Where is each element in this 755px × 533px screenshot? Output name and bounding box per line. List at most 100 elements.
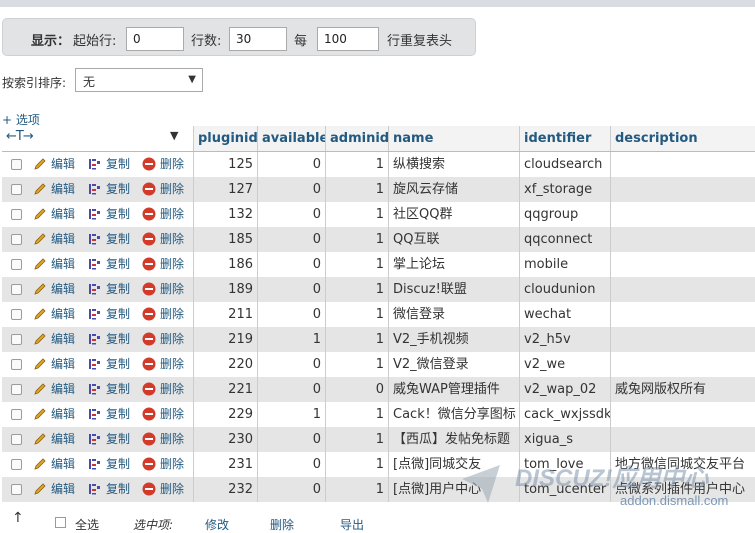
copy-button[interactable]: 复制	[88, 252, 130, 277]
bulk-delete-button[interactable]: 删除	[270, 516, 294, 533]
cell-adminid: 1	[325, 227, 388, 252]
table-row[interactable]: 编辑 复制 删除 185 0 1 QQ互联 qqconnect	[2, 227, 755, 252]
table-row[interactable]: 编辑 复制 删除 219 1 1 V2_手机视频 v2_h5v	[2, 327, 755, 352]
copy-button[interactable]: 复制	[88, 352, 130, 377]
edit-button[interactable]: 编辑	[33, 402, 75, 427]
delete-button[interactable]: 删除	[142, 327, 184, 352]
row-checkbox[interactable]	[11, 209, 22, 220]
edit-button[interactable]: 编辑	[33, 452, 75, 477]
edit-button[interactable]: 编辑	[33, 227, 75, 252]
row-checkbox[interactable]	[11, 259, 22, 270]
row-checkbox[interactable]	[11, 159, 22, 170]
copy-button[interactable]: 复制	[88, 277, 130, 302]
row-checkbox[interactable]	[11, 434, 22, 445]
row-checkbox[interactable]	[11, 459, 22, 470]
bulk-export-button[interactable]: 导出	[340, 516, 364, 533]
copy-button[interactable]: 复制	[88, 302, 130, 327]
delete-button[interactable]: 删除	[142, 477, 184, 502]
table-row[interactable]: 编辑 复制 删除 229 1 1 Cack！微信分享图标 cack_wxjssdk	[2, 402, 755, 427]
edit-button[interactable]: 编辑	[33, 377, 75, 402]
copy-button[interactable]: 复制	[88, 427, 130, 452]
delete-button[interactable]: 删除	[142, 427, 184, 452]
row-checkbox[interactable]	[11, 359, 22, 370]
copy-button[interactable]: 复制	[88, 377, 130, 402]
row-checkbox[interactable]	[11, 309, 22, 320]
edit-button[interactable]: 编辑	[33, 427, 75, 452]
delete-button[interactable]: 删除	[142, 302, 184, 327]
check-all-label[interactable]: 全选	[75, 516, 99, 533]
copy-button[interactable]: 复制	[88, 452, 130, 477]
table-row[interactable]: 编辑 复制 删除 132 0 1 社区QQ群 qqgroup	[2, 202, 755, 227]
rows-input[interactable]	[229, 27, 287, 51]
row-checkbox[interactable]	[11, 484, 22, 495]
edit-button[interactable]: 编辑	[33, 177, 75, 202]
row-checkbox[interactable]	[11, 409, 22, 420]
table-row[interactable]: 编辑 复制 删除 221 0 0 威兔WAP管理插件 v2_wap_02 威兔网版权所有	[2, 377, 755, 402]
copy-button[interactable]: 复制	[88, 402, 130, 427]
start-row-input[interactable]	[126, 27, 184, 51]
cell-identifier: qqgroup	[519, 202, 610, 227]
delete-button[interactable]: 删除	[142, 277, 184, 302]
cell-adminid: 1	[325, 427, 388, 452]
delete-button[interactable]: 删除	[142, 352, 184, 377]
check-all-checkbox[interactable]	[55, 517, 66, 528]
column-header-description[interactable]: description	[610, 126, 755, 151]
edit-button[interactable]: 编辑	[33, 352, 75, 377]
delete-button[interactable]: 删除	[142, 252, 184, 277]
table-row[interactable]: 编辑 复制 删除 231 0 1 [点微]同城交友 tom_love 地方微信同城交友平台	[2, 452, 755, 477]
delete-button[interactable]: 删除	[142, 152, 184, 177]
cell-available: 0	[257, 352, 325, 377]
delete-button[interactable]: 删除	[142, 227, 184, 252]
table-row[interactable]: 编辑 复制 删除 220 0 1 V2_微信登录 v2_we	[2, 352, 755, 377]
bulk-edit-button[interactable]: 修改	[205, 516, 229, 533]
cell-adminid: 1	[325, 327, 388, 352]
column-header-pluginid[interactable]: pluginid	[193, 126, 257, 151]
copy-button[interactable]: 复制	[88, 152, 130, 177]
edit-label: 编辑	[51, 382, 76, 396]
edit-button[interactable]: 编辑	[33, 202, 75, 227]
copy-button[interactable]: 复制	[88, 202, 130, 227]
column-header-adminid[interactable]: adminid	[325, 126, 388, 151]
copy-button[interactable]: 复制	[88, 177, 130, 202]
row-checkbox[interactable]	[11, 184, 22, 195]
copy-button[interactable]: 复制	[88, 477, 130, 502]
delete-button[interactable]: 删除	[142, 177, 184, 202]
row-checkbox[interactable]	[11, 284, 22, 295]
pencil-icon	[33, 455, 47, 470]
table-row[interactable]: 编辑 复制 删除 189 0 1 Discuz!联盟 cloudunion	[2, 277, 755, 302]
table-row[interactable]: 编辑 复制 删除 125 0 1 纵横搜索 cloudsearch	[2, 152, 755, 177]
column-header-name[interactable]: name	[388, 126, 519, 151]
table-row[interactable]: 编辑 复制 删除 186 0 1 掌上论坛 mobile	[2, 252, 755, 277]
cell-name: Discuz!联盟	[388, 277, 519, 302]
cell-description	[610, 402, 755, 427]
delete-button[interactable]: 删除	[142, 402, 184, 427]
copy-icon	[88, 380, 102, 395]
edit-button[interactable]: 编辑	[33, 302, 75, 327]
row-checkbox[interactable]	[11, 234, 22, 245]
copy-button[interactable]: 复制	[88, 327, 130, 352]
sort-select[interactable]: 无 ▼	[75, 68, 203, 92]
edit-label: 编辑	[51, 232, 76, 246]
repeat-header-input[interactable]	[317, 27, 379, 51]
column-header-identifier[interactable]: identifier	[519, 126, 610, 151]
table-row[interactable]: 编辑 复制 删除 232 0 1 [点微]用户中心 tom_ucenter 点微系列插件用户中心	[2, 477, 755, 502]
column-header-available[interactable]: available	[257, 126, 325, 151]
row-checkbox[interactable]	[11, 334, 22, 345]
edit-button[interactable]: 编辑	[33, 477, 75, 502]
delete-button[interactable]: 删除	[142, 202, 184, 227]
delete-label: 删除	[160, 282, 185, 296]
table-row[interactable]: 编辑 复制 删除 127 0 1 旋风云存储 xf_storage	[2, 177, 755, 202]
table-row[interactable]: 编辑 复制 删除 230 0 1 【西瓜】发帖免标题 xigua_s	[2, 427, 755, 452]
row-checkbox[interactable]	[11, 384, 22, 395]
table-row[interactable]: 编辑 复制 删除 211 0 1 微信登录 wechat	[2, 302, 755, 327]
column-resize-arrows-icon[interactable]: ←T→	[6, 129, 34, 144]
edit-button[interactable]: 编辑	[33, 327, 75, 352]
copy-button[interactable]: 复制	[88, 227, 130, 252]
delete-button[interactable]: 删除	[142, 452, 184, 477]
delete-button[interactable]: 删除	[142, 377, 184, 402]
edit-button[interactable]: 编辑	[33, 252, 75, 277]
edit-button[interactable]: 编辑	[33, 152, 75, 177]
sort-triangle-icon[interactable]: ▼	[170, 129, 178, 142]
edit-button[interactable]: 编辑	[33, 277, 75, 302]
cell-name: [点微]用户中心	[388, 477, 519, 502]
